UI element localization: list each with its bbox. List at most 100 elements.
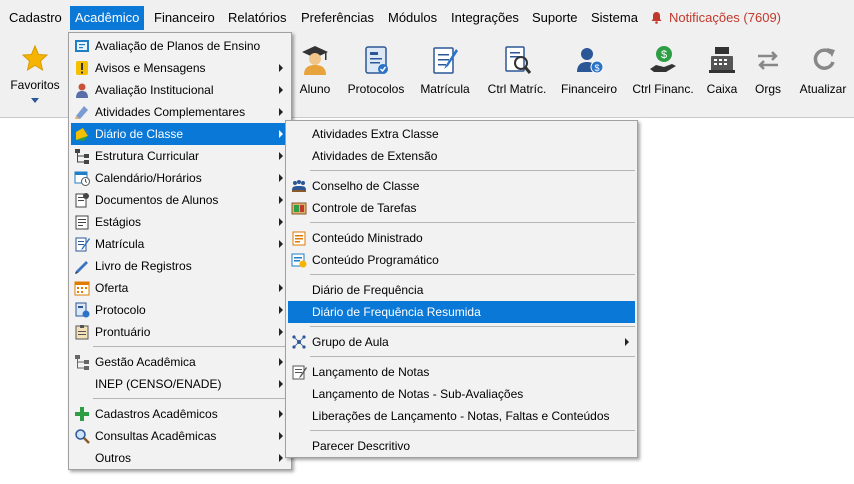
menu-item-gestao-academica[interactable]: Gestão Acadêmica xyxy=(71,351,289,373)
class-council-icon xyxy=(292,180,306,192)
record-book-icon xyxy=(75,261,88,274)
submenu-arrow-icon xyxy=(279,108,283,116)
menu-item-consultas-academicas[interactable]: Consultas Acadêmicas xyxy=(71,425,289,447)
menu-item-diario-classe[interactable]: Diário de Classe xyxy=(71,123,289,145)
menu-item-label: Avisos e Mensagens xyxy=(95,61,206,75)
menu-item-label: Outros xyxy=(95,451,132,465)
menu-item-inep[interactable]: INEP (CENSO/ENADE) xyxy=(71,373,289,395)
menu-item-outros[interactable]: Outros xyxy=(71,447,289,469)
menu-suporte[interactable]: Suporte xyxy=(527,6,583,30)
star-icon xyxy=(21,44,49,72)
favorites-label: Favoritos xyxy=(10,78,60,92)
menu-item-label: Conselho de Classe xyxy=(312,179,420,193)
menu-financeiro[interactable]: Financeiro xyxy=(149,6,220,30)
notifications-label: Notificações (7609) xyxy=(669,10,781,25)
submenu-item-atividades-extensao[interactable]: Atividades de Extensão xyxy=(288,145,635,167)
student-icon xyxy=(302,46,328,75)
menu-item-label: Matrícula xyxy=(95,237,145,251)
menu-item-estrutura-curricular[interactable]: Estrutura Curricular xyxy=(71,145,289,167)
submenu-item-parecer-descritivo[interactable]: Parecer Descritivo xyxy=(288,435,635,457)
menu-integracoes[interactable]: Integrações xyxy=(446,6,524,30)
toolbar-caixa-button[interactable]: Caixa xyxy=(704,44,740,110)
menu-relatorios[interactable]: Relatórios xyxy=(223,6,292,30)
program-content-icon xyxy=(291,253,307,268)
submenu-item-atividades-extra-classe[interactable]: Atividades Extra Classe xyxy=(288,123,635,145)
toolbar-aluno-button[interactable]: Aluno xyxy=(292,44,338,110)
menu-item-label: Oferta xyxy=(95,281,129,295)
menu-item-label: Gestão Acadêmica xyxy=(95,355,196,369)
submenu-item-liberacoes-lancamento[interactable]: Liberações de Lançamento - Notas, Faltas… xyxy=(288,405,635,427)
toolbar-caixa-label: Caixa xyxy=(706,82,738,96)
favorites-button[interactable]: Favoritos xyxy=(4,44,66,110)
submenu-item-lancamento-notas-sub[interactable]: Lançamento de Notas - Sub-Avaliações xyxy=(288,383,635,405)
menu-item-livro-registros[interactable]: Livro de Registros xyxy=(71,255,289,277)
notice-icon xyxy=(76,61,88,75)
toolbar-ctrl-matric-button[interactable]: Ctrl Matríc. xyxy=(482,44,552,110)
student-record-icon xyxy=(75,325,89,340)
menu-item-label: Estágios xyxy=(95,215,142,229)
submenu-item-grupo-aula[interactable]: Grupo de Aula xyxy=(288,331,635,353)
complementary-activities-icon xyxy=(75,106,88,119)
menu-cadastro[interactable]: Cadastro xyxy=(4,6,67,30)
menu-item-oferta[interactable]: Oferta xyxy=(71,277,289,299)
submenu-item-controle-tarefas[interactable]: Controle de Tarefas xyxy=(288,197,635,219)
svg-text:$: $ xyxy=(661,49,667,61)
menu-preferencias[interactable]: Preferências xyxy=(296,6,379,30)
notifications-link[interactable]: Notificações (7609) xyxy=(650,6,781,30)
menu-item-estagios[interactable]: Estágios xyxy=(71,211,289,233)
menu-item-avaliacao-planos[interactable]: Avaliação de Planos de Ensino xyxy=(71,35,289,57)
toolbar-financeiro-button[interactable]: $ Financeiro xyxy=(558,44,620,110)
submenu-item-conteudo-programatico[interactable]: Conteúdo Programático xyxy=(288,249,635,271)
submenu-arrow-icon xyxy=(279,328,283,336)
curriculum-structure-icon xyxy=(75,149,89,164)
toolbar-protocolos-button[interactable]: Protocolos xyxy=(344,44,408,110)
submenu-item-conselho-classe[interactable]: Conselho de Classe xyxy=(288,175,635,197)
menu-item-avisos-mensagens[interactable]: Avisos e Mensagens xyxy=(71,57,289,79)
toolbar-matricula-button[interactable]: Matrícula xyxy=(416,44,474,110)
menu-item-label: Diário de Classe xyxy=(95,127,184,141)
menu-separator xyxy=(310,170,635,171)
submenu-item-lancamento-notas[interactable]: Lançamento de Notas xyxy=(288,361,635,383)
menu-item-protocolo[interactable]: Protocolo xyxy=(71,299,289,321)
menu-item-label: Estrutura Curricular xyxy=(95,149,200,163)
submenu-item-diario-frequencia[interactable]: Diário de Frequência xyxy=(288,279,635,301)
menu-item-avaliacao-institucional[interactable]: Avaliação Institucional xyxy=(71,79,289,101)
submenu-arrow-icon xyxy=(279,130,283,138)
taught-content-icon xyxy=(292,231,306,246)
menu-item-label: Cadastros Acadêmicos xyxy=(95,407,218,421)
toolbar-matricula-label: Matrícula xyxy=(420,82,470,96)
toolbar-orgs-button[interactable]: Orgs xyxy=(750,44,786,110)
toolbar-ctrl-financ-label: Ctrl Financ. xyxy=(632,82,694,96)
menu-academico[interactable]: Acadêmico xyxy=(70,6,145,30)
submenu-item-diario-frequencia-resumida[interactable]: Diário de Frequência Resumida xyxy=(288,301,635,323)
submenu-arrow-icon xyxy=(279,410,283,418)
menu-item-cadastros-academicos[interactable]: Cadastros Acadêmicos xyxy=(71,403,289,425)
menu-item-matricula[interactable]: Matrícula xyxy=(71,233,289,255)
menu-item-calendario-horarios[interactable]: Calendário/Horários xyxy=(71,167,289,189)
submenu-arrow-icon xyxy=(279,240,283,248)
menu-modulos[interactable]: Módulos xyxy=(383,6,442,30)
toolbar-ctrl-financ-button[interactable]: $ Ctrl Financ. xyxy=(628,44,698,110)
submenu-item-conteudo-ministrado[interactable]: Conteúdo Ministrado xyxy=(288,227,635,249)
menu-sistema[interactable]: Sistema xyxy=(586,6,643,30)
submenu-arrow-icon xyxy=(279,218,283,226)
menu-item-label: INEP (CENSO/ENADE) xyxy=(95,377,222,391)
submenu-arrow-icon xyxy=(625,338,629,346)
submenu-arrow-icon xyxy=(279,174,283,182)
internship-icon xyxy=(75,215,89,230)
menu-item-label: Atividades Complementares xyxy=(95,105,246,119)
menu-item-label: Conteúdo Programático xyxy=(312,253,439,267)
menu-separator xyxy=(310,222,635,223)
class-diary-icon xyxy=(76,128,89,141)
menu-separator xyxy=(93,346,289,347)
submenu-arrow-icon xyxy=(279,358,283,366)
toolbar-atualizar-button[interactable]: Atualizar xyxy=(796,44,850,110)
menu-item-atividades-complementares[interactable]: Atividades Complementares xyxy=(71,101,289,123)
menu-item-documentos-alunos[interactable]: Documentos de Alunos xyxy=(71,189,289,211)
toolbar-ctrl-matric-label: Ctrl Matríc. xyxy=(487,82,547,96)
menu-item-label: Lançamento de Notas xyxy=(312,365,430,379)
academic-management-icon xyxy=(75,355,89,370)
menu-item-prontuario[interactable]: Prontuário xyxy=(71,321,289,343)
menu-item-label: Conteúdo Ministrado xyxy=(312,231,423,245)
plus-icon xyxy=(75,407,89,421)
